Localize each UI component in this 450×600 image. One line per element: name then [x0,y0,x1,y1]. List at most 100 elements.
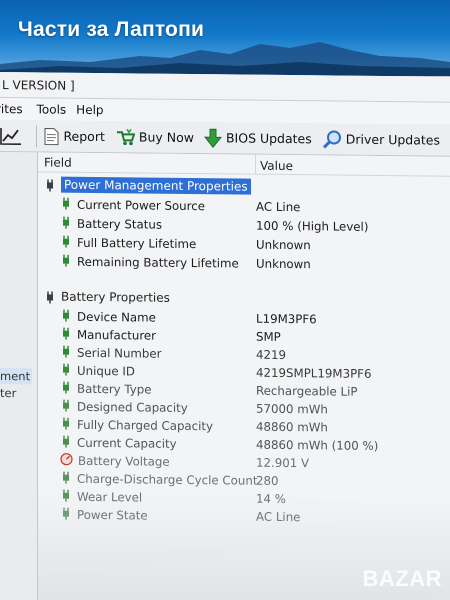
plug-icon [60,254,72,270]
field-label: Full Battery Lifetime [77,235,197,252]
table-row[interactable]: Charge-Discharge Cycle Count 280 [60,471,450,491]
mountain-silhouette [0,42,450,76]
plug-icon [60,197,72,213]
field-value: 57000 mWh [256,401,328,417]
table-row[interactable]: Device Name L19M3PF6 [60,309,450,329]
plug-icon [60,471,72,487]
field-value: Rechargeable LiP [256,383,358,399]
group-power-management-title: Power Management Properties [61,176,251,195]
desktop-background: Части за Лаптопи [0,0,450,76]
field-value: 48860 mWh (100 %) [256,437,379,453]
field-label: Charge-Discharge Cycle Count [77,471,258,488]
table-row[interactable]: Battery Status 100 % (High Level) [60,216,450,236]
report-button[interactable]: Report [44,127,105,146]
field-value: Unknown [256,256,311,272]
field-label: Device Name [77,309,156,325]
field-label: Battery Voltage [78,453,170,469]
field-value: 100 % (High Level) [256,218,369,234]
plug-icon [60,363,72,379]
toolbar-separator [35,124,37,147]
nav-item-power-management[interactable]: ment [0,368,33,385]
plug-icon [60,309,72,325]
field-value: SMP [256,329,281,344]
details-pane: Field Value Power Management Properties … [38,152,450,600]
plug-icon [60,399,72,415]
table-row[interactable]: Wear Level 14 % [60,489,450,509]
buy-now-label: Buy Now [138,129,194,146]
table-row[interactable]: Battery Type Rechargeable LiP [60,381,450,401]
field-label: Battery Type [77,381,152,397]
driver-updates-label: Driver Updates [345,131,440,148]
field-label: Designed Capacity [77,399,188,415]
report-icon [44,127,59,145]
driver-updates-button[interactable]: Driver Updates [322,129,440,150]
toolbar: Report Buy Now BIOS Updates Driver Updat… [0,120,450,157]
field-label: Serial Number [77,345,162,361]
table-row[interactable]: Fully Charged Capacity 48860 mWh [60,417,450,437]
plug-icon [60,417,72,433]
battery-plug-icon [47,290,53,304]
table-row[interactable]: Battery Voltage 12.901 V [60,453,450,473]
field-value: 4219SMPL19M3PF6 [256,365,372,381]
field-value: Unknown [256,237,311,253]
field-label: Power State [77,507,148,523]
nav-item-computer[interactable]: ter [0,386,16,400]
menu-tools[interactable]: Tools [37,102,77,116]
table-row[interactable]: Unique ID 4219SMPL19M3PF6 [60,363,450,383]
field-label: Current Power Source [77,197,205,214]
field-value: 14 % [256,491,286,506]
field-value: 48860 mWh [256,419,328,435]
gauge-icon [60,453,73,469]
table-row[interactable]: Current Capacity 48860 mWh (100 %) [60,435,450,455]
report-label: Report [63,128,105,145]
download-arrow-icon [203,128,222,148]
plug-icon [60,435,72,451]
plug-icon [60,345,72,361]
group-battery-properties[interactable]: Battery Properties [44,289,170,305]
table-row[interactable]: Full Battery Lifetime Unknown [60,235,450,255]
field-value: AC Line [256,509,301,525]
menu-favorites[interactable]: rites [0,102,37,116]
table-row[interactable]: Designed Capacity 57000 mWh [60,399,450,419]
table-row[interactable]: Serial Number 4219 [60,345,450,365]
plug-icon [60,327,72,343]
plug-icon [60,381,72,397]
field-label: Manufacturer [77,327,157,343]
column-value[interactable]: Value [256,155,293,174]
app-window: L VERSION ] rites Tools Help Report Buy … [0,72,450,600]
group-power-management[interactable]: Power Management Properties [44,176,251,195]
menu-help[interactable]: Help [76,103,113,117]
chart-icon[interactable] [0,120,32,151]
field-label: Wear Level [77,489,143,505]
field-value: 12.901 V [256,455,310,471]
field-label: Current Capacity [77,435,177,451]
field-label: Battery Status [77,216,163,232]
bios-updates-button[interactable]: BIOS Updates [203,128,312,149]
watermark-bazar: BAZAR [363,566,443,592]
magnifier-icon [322,129,341,148]
power-plug-icon [47,178,53,192]
watermark-top: Части за Лаптопи [18,18,205,41]
field-label: Remaining Battery Lifetime [77,254,239,271]
field-label: Unique ID [77,363,135,379]
table-row[interactable]: Remaining Battery Lifetime Unknown [60,254,450,274]
buy-now-button[interactable]: Buy Now [115,128,194,147]
navigation-tree: ment ter [0,152,38,600]
field-label: Fully Charged Capacity [77,417,214,434]
table-row[interactable]: Manufacturer SMP [60,327,450,347]
plug-icon [60,489,72,505]
window-title: L VERSION ] [2,78,75,93]
table-row[interactable]: Current Power Source AC Line [60,197,450,217]
column-header: Field Value [38,152,450,177]
field-value: 280 [256,473,279,488]
watermark-bazar-text: BAZAR [362,566,442,591]
plug-icon [60,507,72,523]
plug-icon [60,235,72,251]
plug-icon [60,216,72,232]
cart-icon [116,128,135,145]
column-field[interactable]: Field [38,152,256,174]
table-row[interactable]: Power State AC Line [60,507,450,527]
field-value: 4219 [256,347,287,362]
bios-updates-label: BIOS Updates [225,130,312,147]
field-value: AC Line [256,199,301,215]
